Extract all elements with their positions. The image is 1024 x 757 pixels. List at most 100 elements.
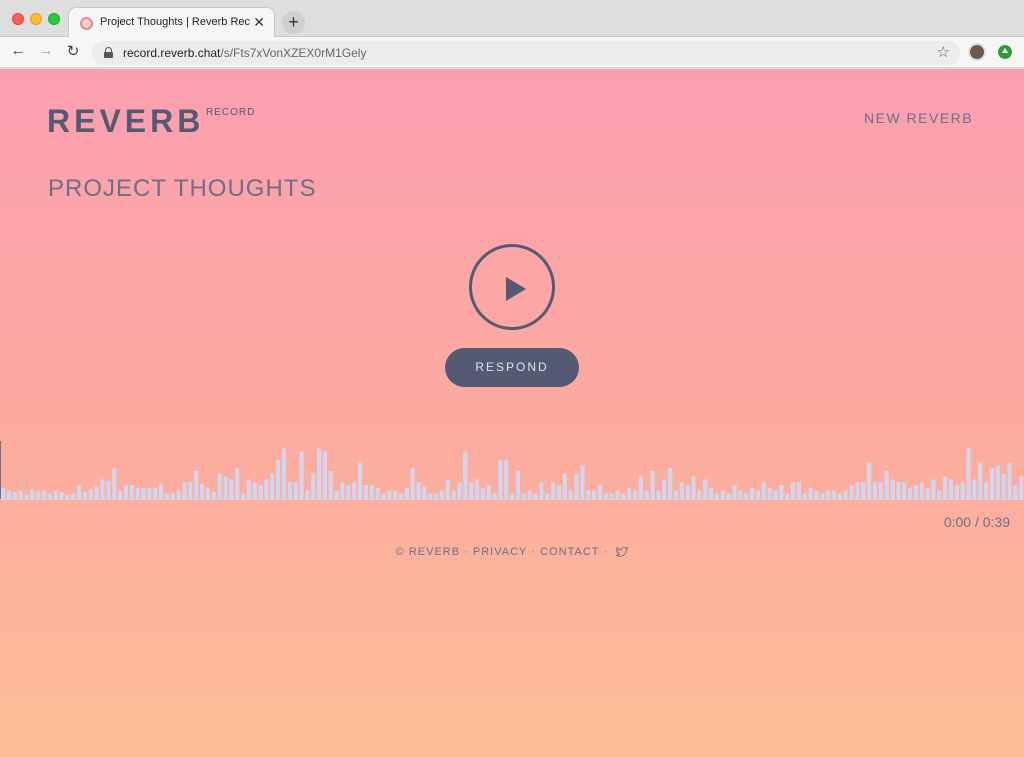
waveform-bar <box>457 482 462 499</box>
waveform-bar <box>673 490 679 499</box>
waveform-bar <box>246 479 251 499</box>
waveform-bar <box>948 479 954 499</box>
address-bar[interactable]: record.reverb.chat/s/Fts7xVonXZEX0rM1Gel… <box>92 41 960 65</box>
waveform-bar <box>668 468 673 499</box>
zoom-window-button[interactable] <box>48 13 60 25</box>
waveform-bar <box>919 482 924 499</box>
tab-title: Project Thoughts | Reverb Record <box>100 16 250 28</box>
waveform-bar <box>867 462 872 499</box>
page-content: REVERB RECORD NEW REVERB PROJECT THOUGHT… <box>0 69 1024 757</box>
time-readout: 0:00 / 0:39 <box>943 514 1010 530</box>
waveform-bar <box>334 490 339 499</box>
play-button[interactable] <box>469 244 555 330</box>
waveform-bar <box>1 487 6 499</box>
waveform-bar <box>404 487 409 499</box>
respond-button[interactable]: RESPOND <box>445 348 579 387</box>
waveform-bar <box>574 473 579 499</box>
waveform-bar <box>527 490 532 499</box>
url-text: record.reverb.chat/s/Fts7xVonXZEX0rM1Gel… <box>123 46 367 60</box>
waveform-bar <box>229 479 234 499</box>
waveform-bar <box>211 492 216 499</box>
footer-separator: · <box>603 546 609 558</box>
waveform-bar <box>36 490 41 499</box>
waveform-bar <box>188 482 193 499</box>
footer: © REVERB · PRIVACY · CONTACT · <box>0 546 1024 558</box>
tab-close-icon[interactable]: ✕ <box>253 14 265 30</box>
footer-separator: · <box>531 546 537 558</box>
waveform-bar <box>135 487 140 499</box>
playback-position-marker[interactable] <box>0 441 1 499</box>
new-tab-button[interactable]: + <box>282 11 305 34</box>
waveform-bar <box>223 476 228 499</box>
waveform-bar <box>6 490 12 499</box>
bookmark-star-icon[interactable]: ☆ <box>937 43 950 61</box>
waveform-bar <box>1013 485 1018 499</box>
back-icon[interactable]: ← <box>8 42 28 59</box>
waveform-bar <box>779 485 784 499</box>
new-reverb-link[interactable]: NEW REVERB <box>864 110 973 126</box>
waveform-bar <box>720 490 725 499</box>
profile-avatar[interactable] <box>968 43 986 61</box>
waveform-bar <box>217 473 222 499</box>
waveform-bar <box>960 482 965 499</box>
waveform-bar <box>831 490 837 499</box>
waveform-bar <box>30 489 35 499</box>
waveform-bar <box>346 485 351 499</box>
reverb-logo[interactable]: REVERB <box>47 103 204 140</box>
waveform-bar <box>954 485 959 499</box>
waveform-bar <box>662 479 667 499</box>
waveform-bar <box>826 490 831 499</box>
waveform-bar <box>112 468 117 499</box>
waveform-bar <box>352 482 357 499</box>
waveform-bar <box>252 482 257 499</box>
lock-icon <box>104 47 113 58</box>
waveform-bar <box>907 487 913 499</box>
waveform-bar <box>258 485 263 499</box>
waveform-bar <box>59 492 64 499</box>
waveform-bar <box>749 487 755 499</box>
waveform-bar <box>591 490 597 499</box>
logo-subtitle: RECORD <box>206 107 256 118</box>
waveform-bar <box>632 490 638 499</box>
waveform-bar <box>966 448 971 499</box>
waveform-bar <box>1007 462 1012 499</box>
waveform-bar <box>369 485 374 499</box>
waveform-bar <box>773 490 778 499</box>
waveform-bar <box>849 485 854 499</box>
waveform-bar <box>995 465 1000 499</box>
waveform-bar <box>685 485 690 499</box>
contact-link[interactable]: CONTACT <box>540 546 599 558</box>
play-icon <box>506 277 526 301</box>
waveform-bar <box>878 482 883 499</box>
waveform-bar <box>562 473 567 499</box>
waveform-bar <box>281 448 287 499</box>
reload-icon[interactable]: ↻ <box>63 42 83 60</box>
footer-copyright: © REVERB <box>395 546 461 558</box>
privacy-link[interactable]: PRIVACY <box>473 546 527 558</box>
waveform-bar <box>205 487 211 499</box>
waveform-bar <box>270 473 275 499</box>
waveform-bar <box>913 485 919 499</box>
extension-icon[interactable] <box>998 45 1012 59</box>
waveform-bar <box>480 487 486 499</box>
browser-toolbar: ← → ↻ record.reverb.chat/s/Fts7xVonXZEX0… <box>0 37 1024 68</box>
waveform-bar <box>299 451 304 499</box>
waveform-bar <box>375 487 380 499</box>
close-window-button[interactable] <box>12 13 24 25</box>
waveform-bar <box>843 490 848 499</box>
minimize-window-button[interactable] <box>30 13 42 25</box>
audio-waveform[interactable] <box>0 439 1024 499</box>
favicon-icon <box>80 17 93 30</box>
waveform-bar <box>931 479 936 499</box>
waveform-bar <box>410 468 415 499</box>
twitter-icon[interactable] <box>616 547 629 557</box>
waveform-bar <box>357 462 363 499</box>
waveform-bar <box>100 479 105 499</box>
waveform-bar <box>627 487 632 499</box>
browser-tab[interactable]: Project Thoughts | Reverb Record ✕ <box>68 7 275 38</box>
waveform-bar <box>638 476 644 499</box>
waveform-bar <box>644 490 649 499</box>
waveform-bar <box>94 486 99 499</box>
waveform-bar <box>235 468 240 499</box>
forward-icon[interactable]: → <box>36 42 56 59</box>
